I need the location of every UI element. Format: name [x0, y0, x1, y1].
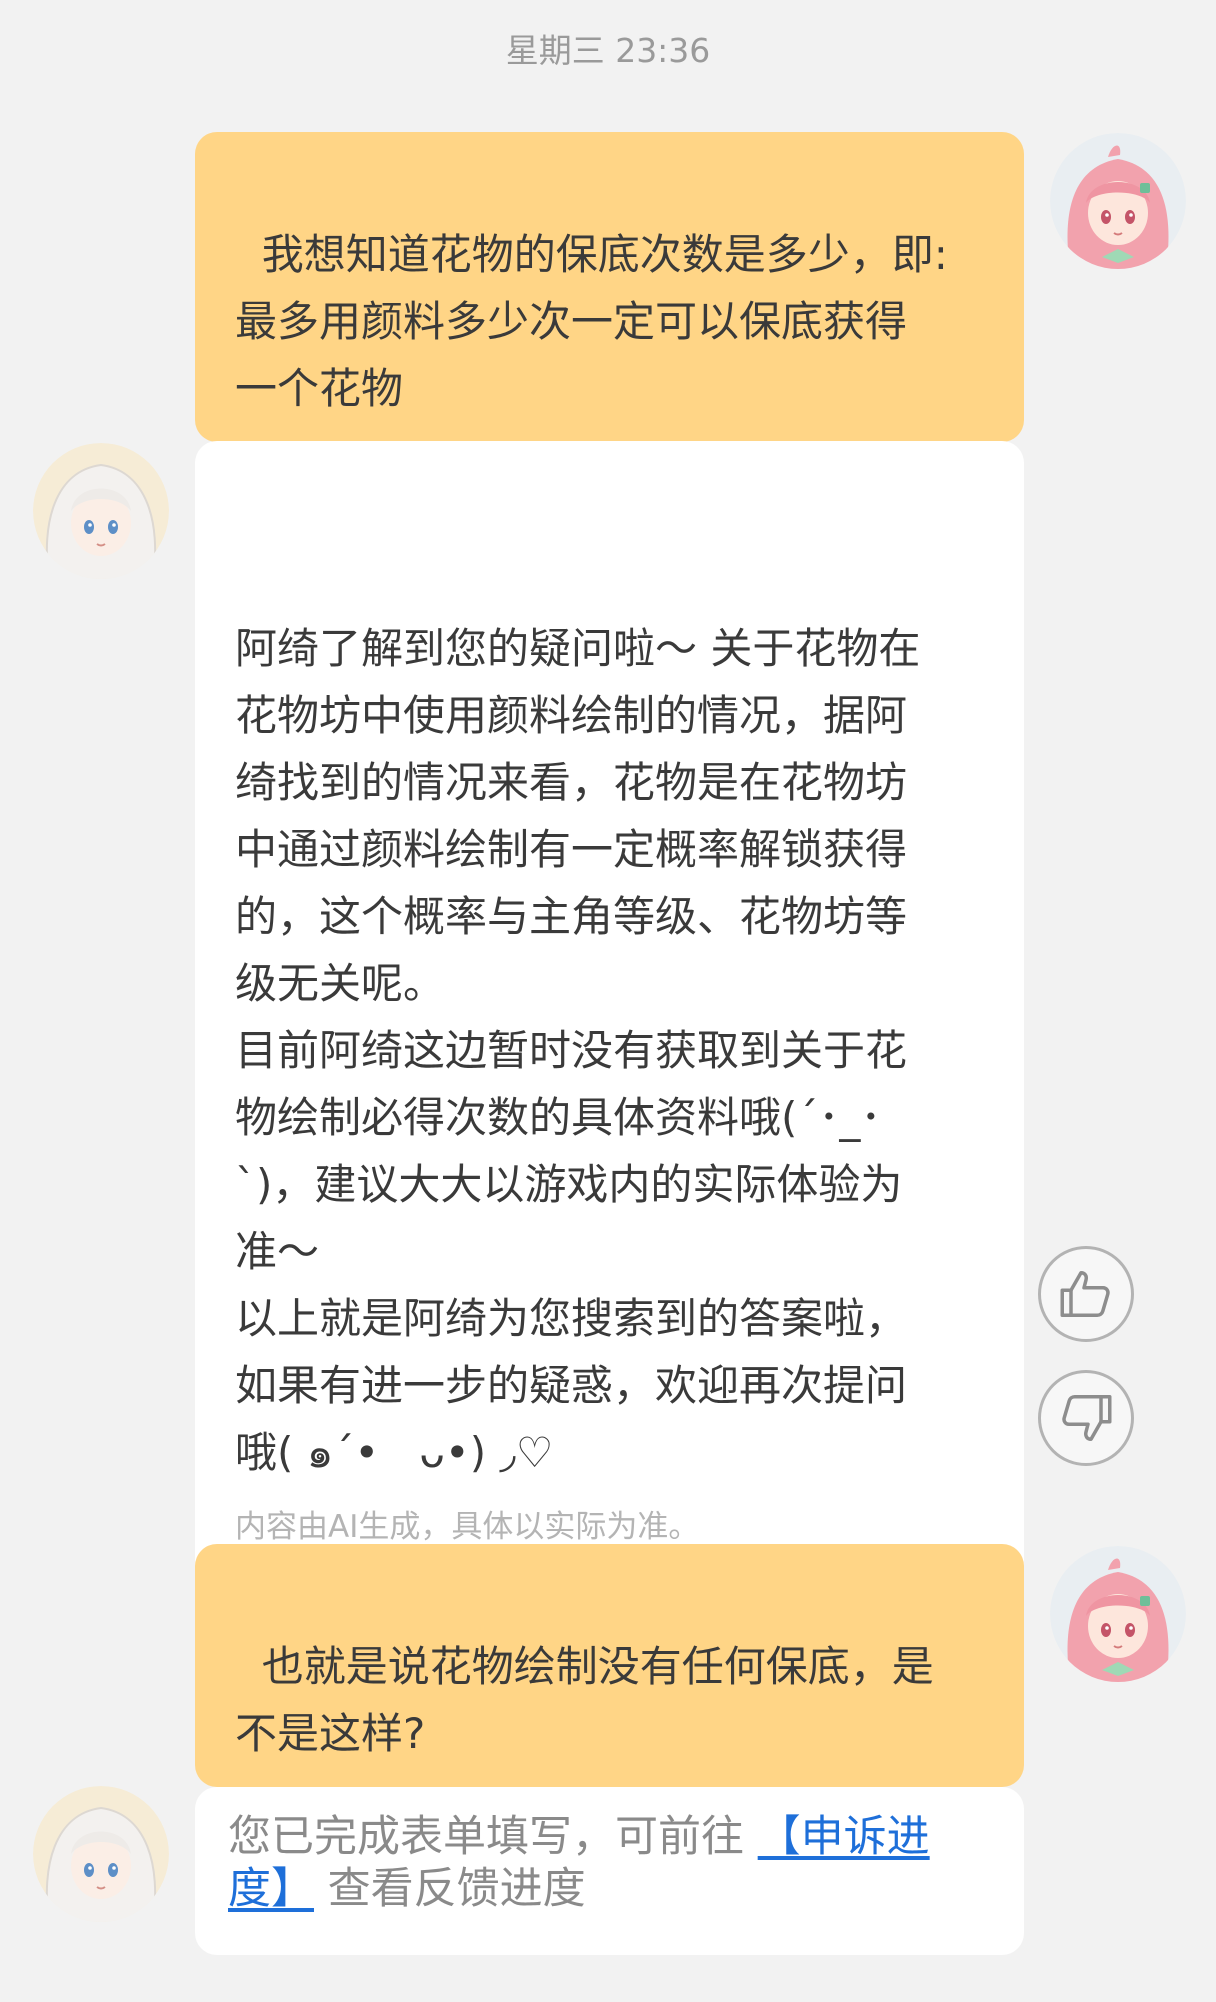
- pink-hair-girl-avatar-icon: [1050, 133, 1186, 269]
- user-message-bubble: 我想知道花物的保底次数是多少，即: 最多用颜料多少次一定可以保底获得 一个花物: [195, 132, 1024, 442]
- bot-avatar[interactable]: [33, 443, 169, 579]
- user-message-text: 也就是说花物绘制没有任何保底，是 不是这样?: [235, 1642, 934, 1758]
- like-button[interactable]: [1038, 1246, 1134, 1342]
- thumbs-down-icon: [1062, 1395, 1112, 1441]
- notice-suffix-text: 查看反馈进度: [314, 1864, 586, 1914]
- notice-prefix-text: 您已完成表单填写，可前往: [228, 1812, 758, 1862]
- user-message-bubble: 也就是说花物绘制没有任何保底，是 不是这样?: [195, 1544, 1024, 1787]
- white-hair-girl-avatar-icon: [33, 1786, 169, 1922]
- thumbs-up-icon: [1060, 1271, 1110, 1317]
- bot-message-paragraph: 阿绮了解到您的疑问啦～ 关于花物在 花物坊中使用颜料绘制的情况，据阿 绮找到的情…: [235, 624, 921, 1008]
- bot-message-paragraph: 以上就是阿绮为您搜索到的答案啦， 如果有进一步的疑惑，欢迎再次提问 哦( ๑´•…: [235, 1294, 908, 1477]
- bot-avatar[interactable]: [33, 1786, 169, 1922]
- form-complete-notice: 您已完成表单填写，可前往 【申诉进度】 查看反馈进度: [195, 1787, 1024, 1955]
- user-avatar[interactable]: [1050, 1546, 1186, 1682]
- user-avatar[interactable]: [1050, 133, 1186, 269]
- dislike-button[interactable]: [1038, 1370, 1134, 1466]
- chat-timestamp: 星期三 23:36: [505, 31, 711, 70]
- pink-hair-girl-avatar-icon: [1050, 1546, 1186, 1682]
- user-message-text: 我想知道花物的保底次数是多少，即: 最多用颜料多少次一定可以保底获得 一个花物: [235, 230, 948, 413]
- white-hair-girl-avatar-icon: [33, 443, 169, 579]
- bot-message-bubble: 阿绮了解到您的疑问啦～ 关于花物在 花物坊中使用颜料绘制的情况，据阿 绮找到的情…: [195, 441, 1024, 1647]
- bot-message-paragraph: 目前阿绮这边暂时没有获取到关于花 物绘制必得次数的具体资料哦(´･_･ `)，建…: [235, 1026, 908, 1276]
